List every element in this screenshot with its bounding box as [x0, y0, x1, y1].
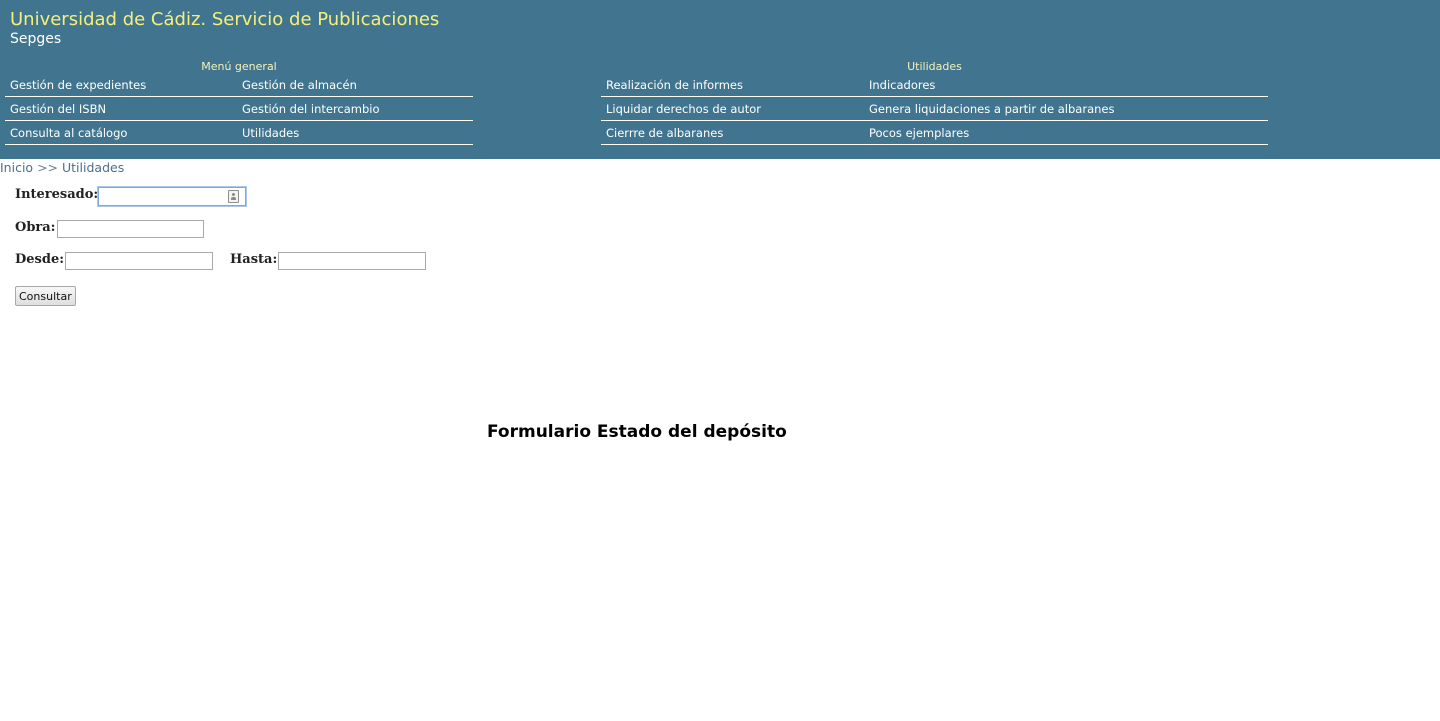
menu-item-gestion-almacen[interactable]: Gestión de almacén	[242, 78, 357, 92]
menu-general-heading: Menú general	[201, 60, 277, 73]
site-subtitle: Sepges	[10, 31, 62, 47]
menu-item-gestion-intercambio[interactable]: Gestión del intercambio	[242, 102, 380, 116]
utilidades-menu: Realización de informes Indicadores Liqu…	[601, 73, 1268, 145]
menu-item-consulta-catalogo[interactable]: Consulta al catálogo	[10, 126, 127, 140]
utilidades-menu-row: Cierrre de albaranes Pocos ejemplares	[601, 121, 1268, 145]
interesado-input[interactable]	[97, 186, 247, 207]
interesado-label: Interesado:	[15, 187, 99, 202]
menu-item-utilidades[interactable]: Utilidades	[242, 126, 299, 140]
menu-item-realizacion-informes[interactable]: Realización de informes	[606, 78, 743, 92]
breadcrumb: Inicio >> Utilidades	[0, 160, 124, 175]
menu-general-row: Gestión de expedientes Gestión de almacé…	[5, 73, 473, 97]
menu-item-indicadores[interactable]: Indicadores	[869, 78, 935, 92]
breadcrumb-separator: >>	[37, 160, 59, 175]
utilidades-heading: Utilidades	[907, 60, 962, 73]
hasta-label: Hasta:	[230, 252, 278, 267]
menu-general: Gestión de expedientes Gestión de almacé…	[5, 73, 473, 145]
menu-item-liquidar-derechos[interactable]: Liquidar derechos de autor	[606, 102, 761, 116]
menu-item-gestion-expedientes[interactable]: Gestión de expedientes	[10, 78, 146, 92]
utilidades-menu-row: Realización de informes Indicadores	[601, 73, 1268, 97]
desde-label: Desde:	[15, 252, 65, 267]
site-title: Universidad de Cádiz. Servicio de Public…	[10, 9, 440, 30]
site-header: Universidad de Cádiz. Servicio de Public…	[0, 0, 1440, 159]
consultar-button[interactable]: Consultar	[15, 286, 76, 306]
menu-general-row: Consulta al catálogo Utilidades	[5, 121, 473, 145]
menu-general-row: Gestión del ISBN Gestión del intercambio	[5, 97, 473, 121]
utilidades-menu-row: Liquidar derechos de autor Genera liquid…	[601, 97, 1268, 121]
menu-item-gestion-isbn[interactable]: Gestión del ISBN	[10, 102, 106, 116]
form-title: Formulario Estado del depósito	[487, 422, 787, 442]
contact-card-icon[interactable]	[228, 190, 239, 203]
breadcrumb-current[interactable]: Utilidades	[62, 160, 124, 175]
desde-input[interactable]	[65, 252, 213, 270]
menu-item-cierre-albaranes[interactable]: Cierrre de albaranes	[606, 126, 723, 140]
breadcrumb-home-link[interactable]: Inicio	[0, 160, 33, 175]
menu-item-genera-liquidaciones[interactable]: Genera liquidaciones a partir de albaran…	[869, 102, 1114, 116]
obra-label: Obra:	[15, 220, 56, 235]
menu-item-pocos-ejemplares[interactable]: Pocos ejemplares	[869, 126, 969, 140]
hasta-input[interactable]	[278, 252, 426, 270]
obra-input[interactable]	[57, 220, 204, 238]
